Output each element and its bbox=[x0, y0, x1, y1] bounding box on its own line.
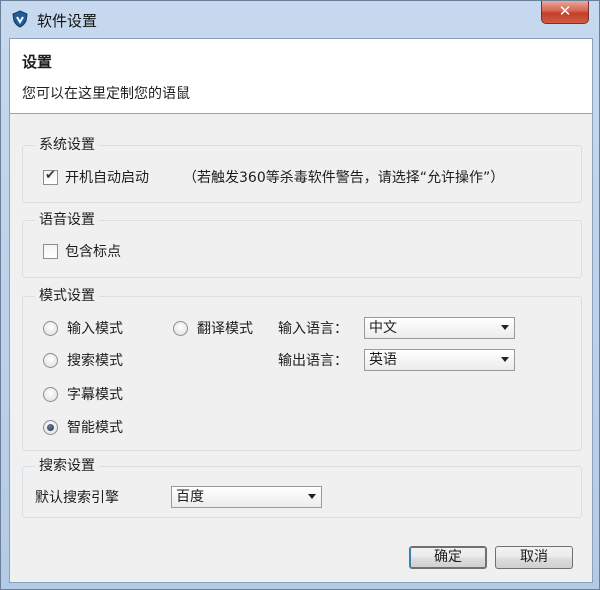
page-title: 设置 bbox=[22, 53, 53, 71]
translate-mode-label[interactable]: 翻译模式 bbox=[197, 318, 253, 338]
voice-settings-group: 语音设置 包含标点 bbox=[22, 209, 582, 278]
chevron-down-icon bbox=[501, 325, 509, 330]
input-mode-label[interactable]: 输入模式 bbox=[67, 318, 123, 338]
ok-button[interactable]: 确定 bbox=[409, 546, 487, 569]
search-settings-group: 搜索设置 默认搜索引擎 百度 bbox=[22, 455, 582, 518]
mode-settings-group: 模式设置 输入模式 翻译模式 搜索模式 字幕模式 智能模式 输入语言： 中文 输… bbox=[22, 285, 582, 451]
mode-settings-title: 模式设置 bbox=[35, 285, 99, 305]
autostart-checkbox[interactable]: ✔ bbox=[43, 168, 58, 185]
smart-mode-label[interactable]: 智能模式 bbox=[67, 417, 123, 437]
search-engine-value: 百度 bbox=[176, 489, 204, 505]
punctuation-label[interactable]: 包含标点 bbox=[65, 241, 121, 261]
radio-input-mode[interactable] bbox=[43, 321, 58, 336]
search-engine-label: 默认搜索引擎 bbox=[35, 490, 119, 506]
header-area: 设置 您可以在这里定制您的语鼠 bbox=[10, 39, 592, 114]
radio-search-mode[interactable] bbox=[43, 353, 58, 368]
search-engine-select[interactable]: 百度 bbox=[171, 486, 322, 508]
chevron-down-icon bbox=[308, 494, 316, 499]
chevron-down-icon bbox=[501, 357, 509, 362]
output-language-select[interactable]: 英语 bbox=[364, 349, 515, 371]
shield-logo-icon bbox=[12, 10, 28, 28]
radio-smart-mode[interactable] bbox=[43, 420, 58, 435]
title-bar[interactable]: 软件设置 ✕ bbox=[1, 1, 599, 37]
voice-settings-title: 语音设置 bbox=[35, 209, 99, 229]
autostart-note: （若触发360等杀毒软件警告，请选择“允许操作”） bbox=[183, 170, 505, 186]
radio-subtitle-mode[interactable] bbox=[43, 387, 58, 402]
page-description: 您可以在这里定制您的语鼠 bbox=[22, 86, 190, 102]
cancel-button[interactable]: 取消 bbox=[495, 546, 573, 569]
radio-translate-mode[interactable] bbox=[173, 321, 188, 336]
settings-window: 软件设置 ✕ 设置 您可以在这里定制您的语鼠 系统设置 ✔ 开机自动启动 （若触… bbox=[0, 0, 600, 590]
system-settings-group: 系统设置 ✔ 开机自动启动 （若触发360等杀毒软件警告，请选择“允许操作”） bbox=[22, 134, 582, 203]
close-button[interactable]: ✕ bbox=[541, 1, 589, 24]
input-language-label: 输入语言： bbox=[278, 321, 348, 337]
radio-selected-dot bbox=[47, 424, 54, 431]
system-settings-title: 系统设置 bbox=[35, 134, 99, 154]
autostart-label[interactable]: 开机自动启动 bbox=[65, 167, 149, 187]
input-language-select[interactable]: 中文 bbox=[364, 317, 515, 339]
output-language-value: 英语 bbox=[369, 352, 397, 368]
search-settings-title: 搜索设置 bbox=[35, 455, 99, 475]
search-mode-label[interactable]: 搜索模式 bbox=[67, 350, 123, 370]
punctuation-checkbox[interactable] bbox=[43, 244, 58, 259]
checkmark-icon: ✔ bbox=[45, 168, 56, 183]
input-language-value: 中文 bbox=[369, 320, 397, 336]
dialog-body: 设置 您可以在这里定制您的语鼠 系统设置 ✔ 开机自动启动 （若触发360等杀毒… bbox=[9, 38, 593, 583]
window-title: 软件设置 bbox=[37, 12, 98, 30]
output-language-label: 输出语言： bbox=[278, 353, 348, 369]
subtitle-mode-label[interactable]: 字幕模式 bbox=[67, 384, 123, 404]
